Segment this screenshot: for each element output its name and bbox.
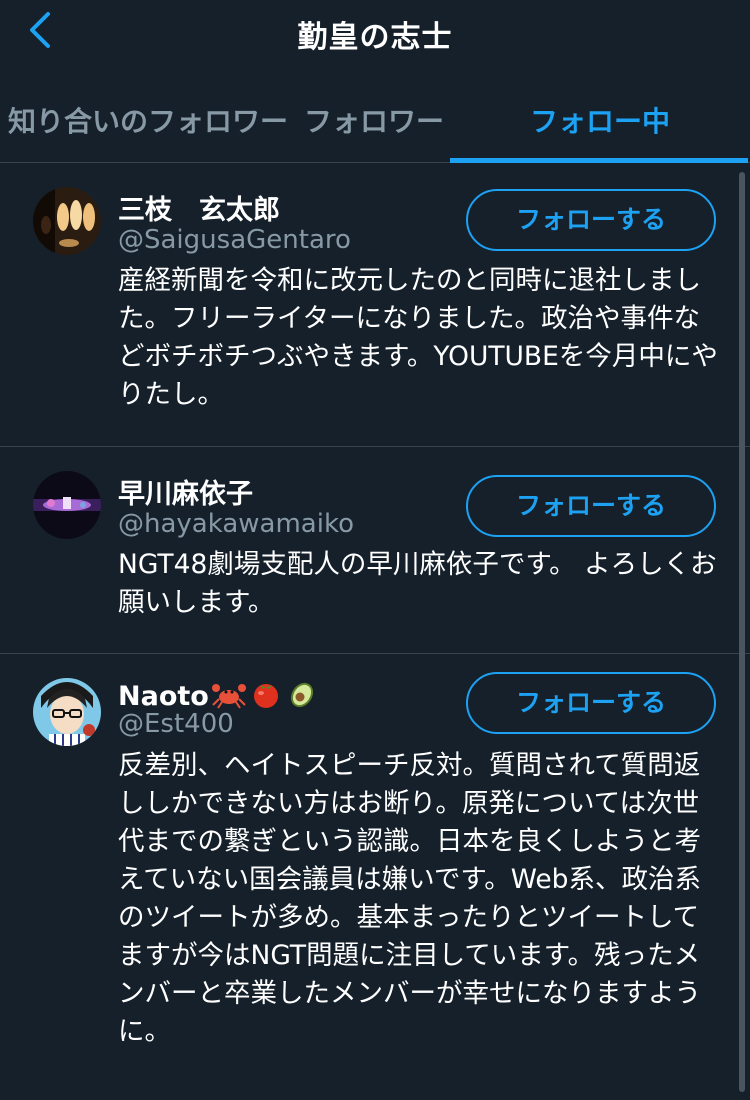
user-row[interactable]: 三枝 玄太郎 @SaigusaGentaro フォローする 産経新聞を令和に改元… <box>0 163 750 447</box>
user-handle: @hayakawamaiko <box>118 509 354 539</box>
user-list: 三枝 玄太郎 @SaigusaGentaro フォローする 産経新聞を令和に改元… <box>0 163 750 1090</box>
page-title: 勤皇の志士 <box>297 20 453 55</box>
user-row[interactable]: Naoto @Est400 フォローする 反差別、ヘイトスピーチ反対。質問されて… <box>0 654 750 1090</box>
user-row[interactable]: 早川麻依子 @hayakawamaiko フォローする NGT48劇場支配人の早… <box>0 447 750 654</box>
tab-following[interactable]: フォロー中 <box>530 100 670 140</box>
avatar-image <box>33 471 101 539</box>
user-name-text: Naoto <box>118 681 209 712</box>
user-handle: @SaigusaGentaro <box>118 225 351 255</box>
follow-button[interactable]: フォローする <box>466 475 716 537</box>
user-name: 早川麻依子 <box>118 479 253 510</box>
avatar-image <box>33 187 101 255</box>
scrollbar[interactable] <box>739 172 745 1092</box>
avatar[interactable] <box>33 471 101 539</box>
tab-followers[interactable]: フォロワー <box>304 100 444 140</box>
follow-button[interactable]: フォローする <box>466 189 716 251</box>
user-bio: 産経新聞を令和に改元したのと同時に退社しました。フリーライターになりました。政治… <box>118 265 718 410</box>
screen: 勤皇の志士 知り合いのフォロワー フォロワー フォロー中 三枝 玄太郎 @Sai… <box>0 0 750 1100</box>
avocado-icon <box>285 679 319 716</box>
avatar[interactable] <box>33 678 101 746</box>
avatar-image <box>33 678 101 746</box>
tomato-icon <box>249 679 283 716</box>
header: 勤皇の志士 <box>0 0 750 70</box>
user-bio: 反差別、ヘイトスピーチ反対。質問されて質問返ししかできない方はお断り。原発につい… <box>118 750 702 1047</box>
tab-bar: 知り合いのフォロワー フォロワー フォロー中 <box>0 88 750 163</box>
user-bio: NGT48劇場支配人の早川麻依子です。 よろしくお願いします。 <box>118 549 717 618</box>
follow-button[interactable]: フォローする <box>466 672 716 734</box>
tab-followers-you-know[interactable]: 知り合いのフォロワー <box>8 100 288 140</box>
avatar[interactable] <box>33 187 101 255</box>
user-name: 三枝 玄太郎 <box>118 195 280 226</box>
user-handle: @Est400 <box>118 709 234 739</box>
